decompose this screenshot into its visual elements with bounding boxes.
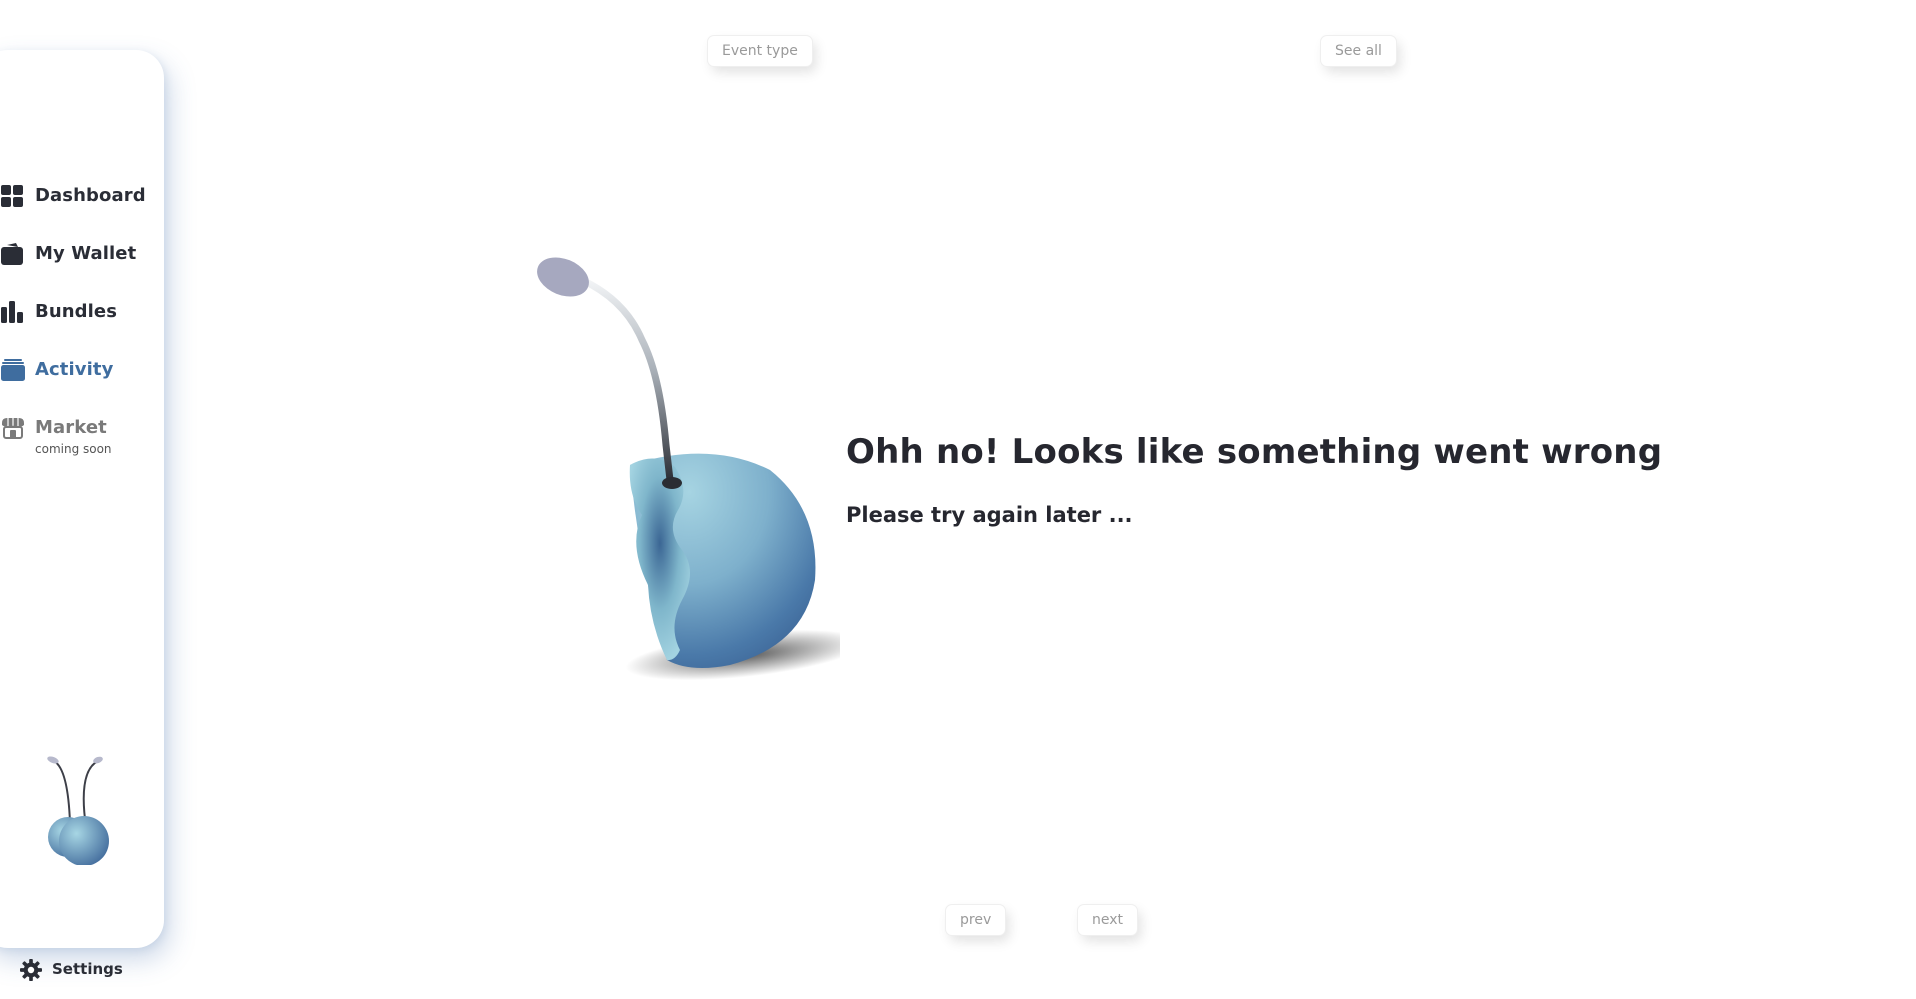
- error-title: Ohh no! Looks like something went wrong: [846, 432, 1663, 472]
- wallet-icon: [1, 243, 23, 265]
- bitten-cherry-illustration: [537, 257, 840, 681]
- bar-chart-icon: [1, 301, 23, 323]
- event-type-button[interactable]: Event type: [708, 36, 812, 66]
- prev-button[interactable]: prev: [946, 905, 1006, 935]
- sidebar-item-label: My Wallet: [35, 243, 137, 264]
- dashboard-grid-icon: [1, 185, 23, 207]
- sidebar-item-sublabel: coming soon: [35, 442, 112, 456]
- see-all-button[interactable]: See all: [1321, 36, 1396, 66]
- sidebar-item-label: Dashboard: [35, 185, 146, 206]
- stack-icon: [1, 359, 25, 381]
- sidebar-item-label: Activity: [35, 359, 114, 380]
- sidebar-item-label: Bundles: [35, 301, 118, 322]
- next-button[interactable]: next: [1078, 905, 1138, 935]
- market-icon: [2, 418, 24, 439]
- settings-label: Settings: [52, 960, 123, 978]
- sidebar-item-label: Market: [35, 417, 107, 438]
- error-message: Please try again later ...: [846, 503, 1133, 527]
- gear-icon: [20, 959, 42, 981]
- cherries-logo: [47, 756, 109, 865]
- sidebar: Dashboard My Wallet Bundles Activity Mar…: [0, 50, 164, 981]
